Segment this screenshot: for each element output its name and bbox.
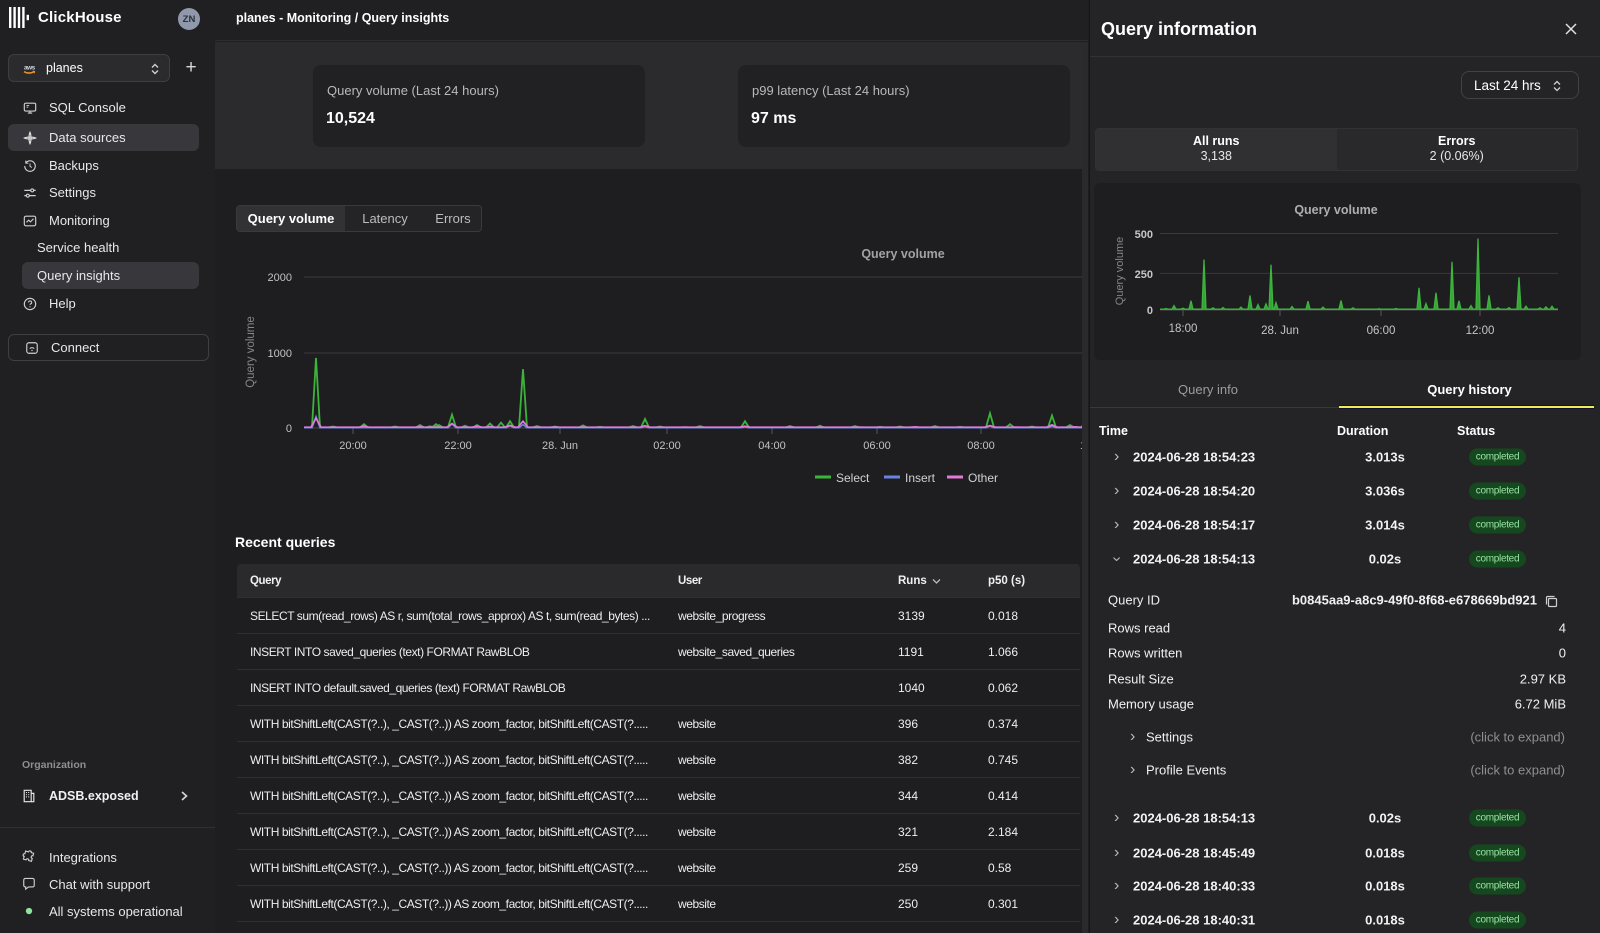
svg-text:22:00: 22:00	[444, 440, 472, 452]
svg-text:04:00: 04:00	[758, 440, 786, 452]
svg-text:aws: aws	[24, 65, 36, 72]
svg-text:08:00: 08:00	[967, 440, 995, 452]
svg-text:18:00: 18:00	[1169, 323, 1198, 335]
svg-text:Query volume: Query volume	[245, 316, 257, 388]
svg-text:06:00: 06:00	[863, 440, 891, 452]
svg-text:28. Jun: 28. Jun	[542, 440, 578, 452]
svg-text:Select: Select	[836, 471, 870, 485]
svg-text:Query volume: Query volume	[1294, 203, 1377, 217]
svg-text:02:00: 02:00	[653, 440, 681, 452]
svg-text:06:00: 06:00	[1367, 325, 1396, 337]
svg-text:Other: Other	[968, 471, 998, 485]
svg-text:2000: 2000	[268, 272, 292, 284]
svg-text:Query volume: Query volume	[861, 247, 944, 261]
svg-text:Insert: Insert	[905, 471, 936, 485]
svg-text:500: 500	[1135, 229, 1153, 241]
svg-text:0: 0	[1147, 305, 1153, 317]
svg-text:1000: 1000	[268, 348, 292, 360]
svg-text:20:00: 20:00	[339, 440, 367, 452]
svg-text:250: 250	[1135, 269, 1153, 281]
svg-text:Query volume: Query volume	[1114, 237, 1126, 305]
svg-text:28. Jun: 28. Jun	[1261, 325, 1299, 337]
svg-text:12:00: 12:00	[1466, 325, 1495, 337]
svg-text:0: 0	[286, 423, 292, 435]
